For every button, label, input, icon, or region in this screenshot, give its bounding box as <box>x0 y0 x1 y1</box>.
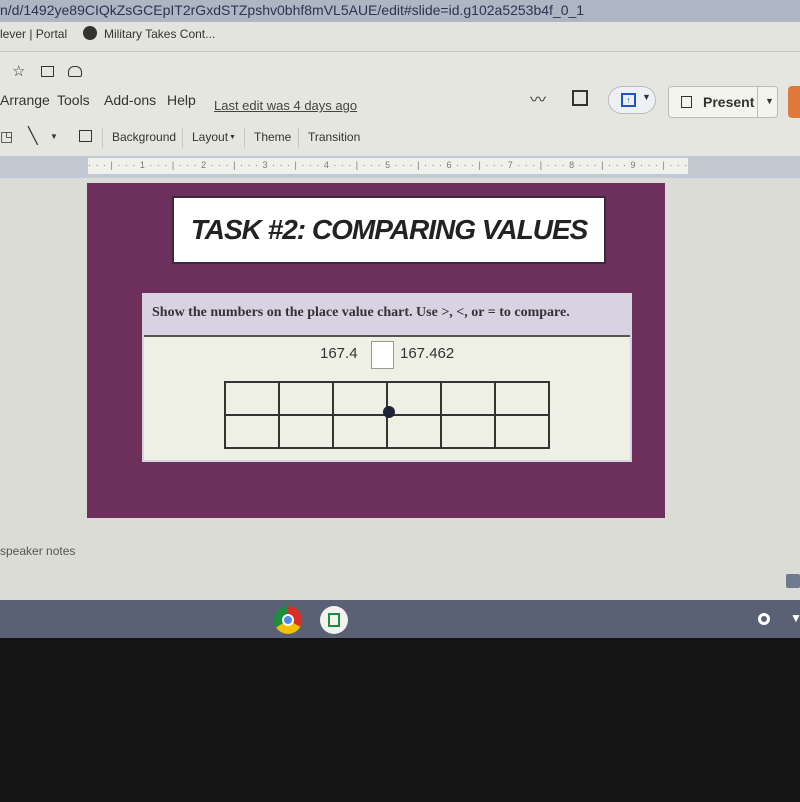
instructions: Show the numbers on the place value char… <box>144 295 630 337</box>
bookmark-military[interactable]: Military Takes Cont... <box>104 27 215 41</box>
chevron-down-icon[interactable]: ▼ <box>50 132 58 141</box>
chart-cell[interactable] <box>440 414 496 449</box>
chrome-icon[interactable] <box>274 606 302 634</box>
chevron-down-icon[interactable]: ▼ <box>765 96 774 106</box>
chart-row <box>224 414 550 449</box>
add-comment-icon[interactable] <box>79 130 92 142</box>
chart-cell[interactable] <box>494 414 550 449</box>
menu-addons[interactable]: Add-ons <box>104 92 156 108</box>
comparison-answer-box[interactable] <box>371 341 394 369</box>
speaker-notes[interactable]: speaker notes <box>0 544 75 558</box>
star-icon[interactable]: ☆ <box>12 62 25 80</box>
play-icon <box>681 96 692 108</box>
right-number: 167.462 <box>400 345 455 362</box>
shape-icon[interactable]: ◳ <box>0 128 13 145</box>
present-button[interactable]: Present ▼ <box>668 86 778 118</box>
theme-button[interactable]: Theme <box>254 130 291 144</box>
globe-icon <box>83 26 97 40</box>
chart-cell[interactable] <box>386 381 442 416</box>
chart-cell[interactable] <box>278 414 334 449</box>
decimal-point-dot <box>383 406 395 418</box>
divider <box>102 128 103 148</box>
horizontal-ruler[interactable]: · · · | · · · 1 · · · | · · · 2 · · · | … <box>88 158 688 174</box>
divider <box>244 128 245 148</box>
chart-cell[interactable] <box>278 381 334 416</box>
chart-cell[interactable] <box>494 381 550 416</box>
menu-arrange[interactable]: Arrange <box>0 92 50 108</box>
url-text: n/d/1492ye89CIQkZsGCEpIT2rGxdSTZpshv0bhf… <box>0 2 585 18</box>
move-folder-icon[interactable] <box>41 66 54 77</box>
layout-button[interactable]: Layout <box>192 130 228 144</box>
wifi-icon[interactable]: ▼ <box>790 611 800 625</box>
upload-icon: ↑ <box>621 93 636 107</box>
chart-cell[interactable] <box>224 414 280 449</box>
chart-cell[interactable] <box>332 414 388 449</box>
chart-cell[interactable] <box>440 381 496 416</box>
line-icon[interactable]: ╲ <box>28 126 38 146</box>
background-button[interactable]: Background <box>112 130 176 144</box>
classroom-app-icon[interactable] <box>320 606 348 634</box>
slide-title[interactable]: TASK #2: COMPARING VALUES <box>172 196 606 264</box>
present-to-meeting-button[interactable]: ↑ ▼ <box>608 86 656 114</box>
divider <box>757 87 758 117</box>
menu-tools[interactable]: Tools <box>57 92 90 108</box>
slide[interactable]: TASK #2: COMPARING VALUES Show the numbe… <box>87 183 665 518</box>
task-box: Show the numbers on the place value char… <box>142 293 632 462</box>
present-label: Present <box>703 94 755 110</box>
chart-cell[interactable] <box>332 381 388 416</box>
bookmark-clever[interactable]: lever | Portal <box>0 27 67 41</box>
chart-cell[interactable] <box>386 414 442 449</box>
last-edit-link[interactable]: Last edit was 4 days ago <box>214 98 357 113</box>
explore-icon[interactable] <box>786 574 800 588</box>
taskbar: ▼ <box>0 600 800 638</box>
transition-button[interactable]: Transition <box>308 130 360 144</box>
chart-cell[interactable] <box>224 381 280 416</box>
cloud-status-icon[interactable] <box>68 66 82 77</box>
share-button[interactable] <box>788 86 800 118</box>
divider <box>298 128 299 148</box>
bookmarks-bar: lever | Portal Military Takes Cont... <box>0 22 800 52</box>
status-circle-icon[interactable] <box>758 613 770 625</box>
left-number: 167.4 <box>320 345 358 362</box>
chevron-down-icon: ▼ <box>229 134 236 141</box>
address-bar[interactable]: n/d/1492ye89CIQkZsGCEpIT2rGxdSTZpshv0bhf… <box>0 0 800 22</box>
divider <box>182 128 183 148</box>
chevron-down-icon: ▼ <box>642 92 651 102</box>
activity-icon[interactable]: 〰 <box>530 86 546 110</box>
menu-help[interactable]: Help <box>167 92 196 108</box>
comments-icon[interactable] <box>572 90 588 106</box>
